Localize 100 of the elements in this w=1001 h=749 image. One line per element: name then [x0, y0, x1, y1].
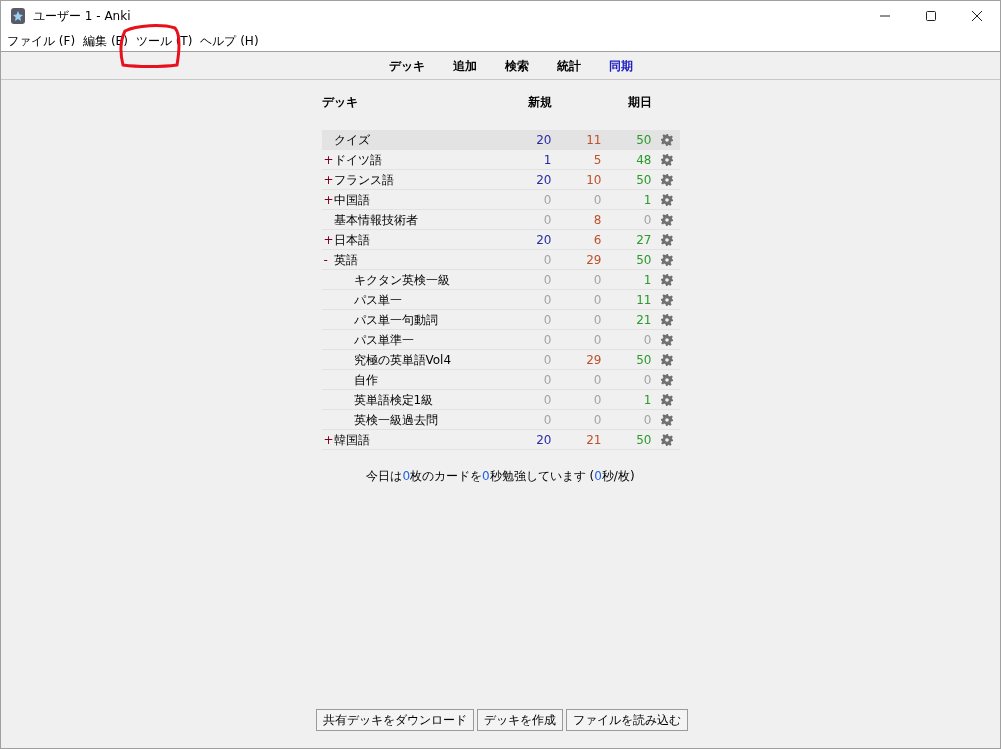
count-cell-text: 8	[592, 211, 602, 229]
count-cell-text: 0	[592, 271, 602, 289]
toolbar-link[interactable]: 追加	[452, 56, 477, 75]
count-cell-text: 0	[542, 251, 552, 269]
deck-row[interactable]: キクタン英検一級 0 0 1	[321, 270, 680, 290]
deck-row[interactable]: 英検一級過去問 0 0 0	[321, 410, 680, 430]
deck-name[interactable]: 英語	[333, 250, 358, 269]
expand-toggle[interactable]: +	[321, 190, 334, 209]
window-title: ユーザー 1 - Anki	[33, 8, 131, 25]
gear-icon[interactable]	[660, 173, 673, 186]
column-header: 期日	[626, 94, 652, 111]
count-cell-text: 29	[585, 351, 602, 369]
deck-row[interactable]: パス単一句動詞 0 0 21	[321, 310, 680, 330]
count-cell-text: 1	[642, 271, 652, 289]
deck-row[interactable]: パス単一 0 0 11	[321, 290, 680, 310]
expand-toggle[interactable]: -	[321, 250, 334, 269]
count-cell-text: 0	[592, 331, 602, 349]
count-cell-text: 1	[642, 191, 652, 209]
deck-name[interactable]: キクタン英検一級	[353, 270, 450, 289]
deck-name[interactable]: パス単準一	[353, 330, 414, 349]
count-cell-text: 0	[592, 391, 602, 409]
count-cell-text: 50	[635, 351, 652, 369]
study-summary: 今日は0枚のカードを0秒勉強しています (0秒/枚)	[366, 468, 635, 485]
deck-name[interactable]: 韓国語	[333, 430, 370, 449]
count-cell-text: 27	[635, 231, 652, 249]
action-button[interactable]: デッキを作成	[476, 709, 563, 731]
gear-icon[interactable]	[660, 333, 673, 346]
count-cell-text: 0	[592, 191, 602, 209]
column-header: 新規	[526, 94, 552, 111]
count-cell-text: 0	[542, 191, 552, 209]
gear-icon[interactable]	[660, 373, 673, 386]
deck-row[interactable]: 究極の英単語Vol4 0 29 50	[321, 350, 680, 370]
count-cell-text: 6	[592, 231, 602, 249]
deck-row[interactable]: +韓国語 20 21 50	[321, 430, 680, 450]
deck-row[interactable]: +ドイツ語 1 5 48	[321, 150, 680, 170]
deck-name[interactable]: 基本情報技術者	[333, 210, 418, 229]
gear-icon[interactable]	[660, 353, 673, 366]
count-cell-text: 0	[542, 351, 552, 369]
count-cell-text: 0	[542, 411, 552, 429]
count-cell-text: 21	[585, 431, 602, 449]
action-button[interactable]: ファイルを読み込む	[565, 709, 688, 731]
count-cell-text: 0	[592, 411, 602, 429]
expand-toggle[interactable]: +	[321, 150, 334, 169]
toolbar-link[interactable]: 同期	[608, 56, 633, 75]
deck-name[interactable]: フランス語	[333, 170, 394, 189]
toolbar-link[interactable]: デッキ	[388, 56, 425, 75]
column-header: デッキ	[321, 94, 359, 111]
gear-icon[interactable]	[660, 273, 673, 286]
count-cell-text: 10	[585, 171, 602, 189]
gear-icon[interactable]	[660, 313, 673, 326]
deck-name[interactable]: 日本語	[333, 230, 370, 249]
deck-name[interactable]: パス単一句動詞	[353, 310, 438, 329]
app-icon	[11, 8, 25, 24]
menu-item[interactable]: ヘルプ (H)	[196, 35, 263, 47]
deck-row[interactable]: - 英語 0 29 50	[321, 250, 680, 270]
close-icon	[972, 11, 982, 21]
deck-row[interactable]: クイズ 20 11 50	[321, 130, 680, 150]
gear-icon[interactable]	[660, 193, 673, 206]
gear-icon[interactable]	[660, 433, 673, 446]
deck-name[interactable]: ドイツ語	[333, 150, 382, 169]
deck-name[interactable]: 自作	[353, 370, 378, 389]
count-cell-text: 0	[542, 291, 552, 309]
deck-name[interactable]: 中国語	[333, 190, 370, 209]
gear-icon[interactable]	[660, 413, 673, 426]
count-cell-text: 1	[642, 391, 652, 409]
deck-name[interactable]: 英単語検定1級	[353, 390, 434, 409]
count-cell-text: 11	[635, 291, 652, 309]
expand-toggle[interactable]: +	[321, 230, 334, 249]
gear-icon[interactable]	[660, 253, 673, 266]
deck-row[interactable]: +フランス語 20 10 50	[321, 170, 680, 190]
toolbar-link[interactable]: 統計	[556, 56, 581, 75]
gear-icon[interactable]	[660, 393, 673, 406]
gear-icon[interactable]	[660, 233, 673, 246]
gear-icon[interactable]	[660, 133, 673, 146]
gear-icon[interactable]	[660, 293, 673, 306]
deck-name[interactable]: パス単一	[353, 290, 402, 309]
count-cell-text: 29	[585, 251, 602, 269]
count-cell-text: 0	[542, 211, 552, 229]
count-cell-text: 20	[535, 231, 552, 249]
menu-item[interactable]: ファイル (F)	[3, 35, 80, 47]
count-cell-text: 1	[542, 151, 552, 169]
deck-name[interactable]: 英検一級過去問	[353, 410, 438, 429]
count-cell-text: 20	[535, 431, 552, 449]
expand-toggle[interactable]: +	[321, 430, 334, 449]
deck-name[interactable]: 究極の英単語Vol4	[353, 350, 452, 369]
gear-icon[interactable]	[660, 153, 673, 166]
deck-row[interactable]: パス単準一 0 0 0	[321, 330, 680, 350]
deck-row[interactable]: 英単語検定1級 0 0 1	[321, 390, 680, 410]
deck-row[interactable]: 基本情報技術者 0 8 0	[321, 210, 680, 230]
count-cell-text: 0	[642, 411, 652, 429]
count-cell-text: 0	[642, 331, 652, 349]
deck-row[interactable]: +日本語 20 6 27	[321, 230, 680, 250]
deck-row[interactable]: 自作 0 0 0	[321, 370, 680, 390]
deck-name[interactable]: クイズ	[333, 130, 370, 149]
action-button[interactable]: 共有デッキをダウンロード	[315, 709, 474, 731]
count-cell-text: 0	[542, 311, 552, 329]
toolbar-link[interactable]: 検索	[504, 56, 529, 75]
gear-icon[interactable]	[660, 213, 673, 226]
deck-row[interactable]: +中国語 0 0 1	[321, 190, 680, 210]
expand-toggle[interactable]: +	[321, 170, 334, 189]
